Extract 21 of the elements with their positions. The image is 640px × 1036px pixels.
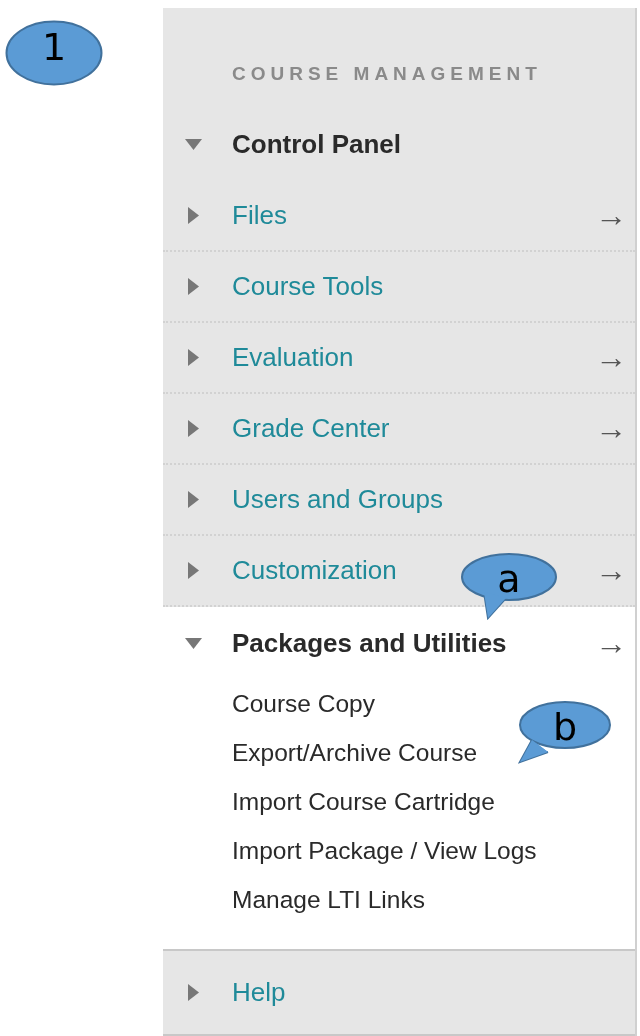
panel-heading: COURSE MANAGEMENT bbox=[232, 63, 542, 84]
menu-item[interactable]: Course Tools bbox=[232, 271, 384, 302]
menu-item[interactable]: Users and Groups bbox=[232, 484, 443, 515]
arrow-link[interactable]: → bbox=[595, 552, 627, 589]
arrow-link[interactable]: → bbox=[595, 197, 627, 234]
menu-item[interactable]: Control Panel bbox=[232, 129, 401, 160]
arrow-link[interactable]: → bbox=[595, 624, 627, 662]
menu-link[interactable]: Manage LTI Links bbox=[232, 875, 425, 924]
menu-item[interactable]: Customization bbox=[232, 555, 397, 586]
menu-link[interactable]: Course Copy bbox=[232, 679, 375, 728]
arrow-link[interactable]: → bbox=[595, 339, 627, 376]
menu-item[interactable]: Evaluation bbox=[232, 342, 354, 373]
menu-item[interactable]: Files bbox=[232, 200, 287, 231]
menu-item[interactable]: Grade Center bbox=[232, 413, 390, 444]
callout-bubble: 1 bbox=[5, 20, 103, 86]
menu-link[interactable]: Import Course Cartridge bbox=[232, 777, 495, 826]
menu-link[interactable]: Export/Archive Course bbox=[232, 728, 478, 777]
arrow-link[interactable]: → bbox=[595, 410, 627, 447]
menu-link[interactable]: Import Package / View Logs bbox=[232, 826, 537, 875]
menu-item[interactable]: Help bbox=[232, 977, 286, 1008]
menu-item[interactable]: Packages and Utilities bbox=[232, 627, 507, 659]
